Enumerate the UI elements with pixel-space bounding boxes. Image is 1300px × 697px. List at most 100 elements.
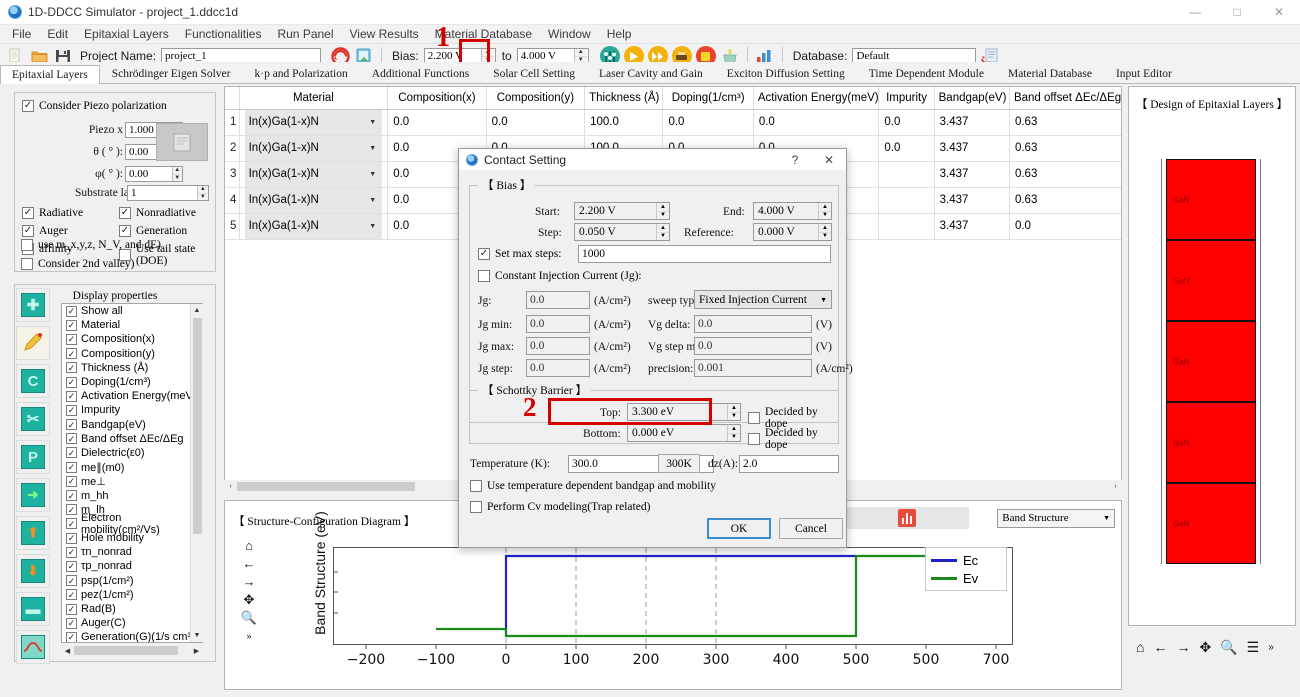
dp-item-composition-y[interactable]: Composition(y) bbox=[62, 347, 202, 361]
jg-step-input[interactable]: 0.0 bbox=[526, 359, 590, 377]
close-button[interactable]: ✕ bbox=[1258, 0, 1300, 25]
dz-input[interactable]: 2.0 bbox=[739, 455, 839, 473]
add-layer-button[interactable]: ✚ bbox=[16, 288, 50, 322]
top-barrier-arrows[interactable]: ▲ ▼ bbox=[727, 404, 740, 420]
tab-material-database[interactable]: Material Database bbox=[996, 64, 1104, 83]
layer-block[interactable]: GaN bbox=[1166, 402, 1256, 483]
th-band-offset[interactable]: Band offset ΔEc/ΔEg bbox=[1009, 87, 1121, 110]
reference-spinbox[interactable]: 0.000 V ▲ ▼ bbox=[753, 223, 832, 241]
cell-material[interactable]: In(x)Ga(1-x)N ▼ bbox=[239, 213, 389, 240]
th-activation-energy[interactable]: Activation Energy(meV) bbox=[753, 87, 880, 110]
curve-button[interactable] bbox=[16, 630, 50, 664]
minimize-button[interactable]: — bbox=[1174, 0, 1216, 25]
tab-schrodinger-eigen-solver[interactable]: Schrödinger Eigen Solver bbox=[100, 64, 243, 83]
cell-impurity[interactable] bbox=[878, 187, 935, 214]
dp-item-impurity[interactable]: Impurity bbox=[62, 403, 202, 417]
cell-composition-y[interactable]: 0.0 bbox=[486, 109, 586, 136]
dp-item-rad-b[interactable]: Rad(B) bbox=[62, 602, 202, 616]
cell-offset[interactable]: 0.63 bbox=[1009, 187, 1121, 214]
bottom-barrier-arrows[interactable]: ▲ ▼ bbox=[727, 425, 740, 441]
tab-laser-cavity-and-gain[interactable]: Laser Cavity and Gain bbox=[587, 64, 715, 83]
consider-piezo-polarization-checkbox[interactable]: Consider Piezo polarization bbox=[22, 100, 167, 112]
more-icon[interactable]: » bbox=[1268, 642, 1274, 653]
tab-epitaxial-layers[interactable]: Epitaxial Layers bbox=[0, 65, 100, 84]
dp-item-me-perp[interactable]: me⊥ bbox=[62, 474, 202, 488]
vg-delta-input[interactable]: 0.0 bbox=[694, 315, 812, 333]
chevron-down-icon[interactable]: ▼ bbox=[369, 119, 376, 126]
end-value[interactable]: 4.000 V bbox=[754, 203, 818, 219]
step-value[interactable]: 0.050 V bbox=[575, 224, 656, 240]
cell-offset[interactable]: 0.63 bbox=[1009, 109, 1121, 136]
end-spinbox[interactable]: 4.000 V ▲ ▼ bbox=[753, 202, 832, 220]
menu-help[interactable]: Help bbox=[599, 25, 640, 43]
cell-material[interactable]: In(x)Ga(1-x)N ▼ bbox=[239, 109, 389, 136]
th-material[interactable]: Material bbox=[239, 87, 389, 110]
cell-impurity[interactable]: 0.0 bbox=[878, 109, 935, 136]
tab-time-dependent-module[interactable]: Time Dependent Module bbox=[857, 64, 996, 83]
back-arrow-icon[interactable]: ← bbox=[243, 557, 256, 571]
table-scroll-right-icon[interactable]: › bbox=[1109, 480, 1122, 493]
cancel-button[interactable]: Cancel bbox=[779, 518, 843, 539]
layer-block[interactable]: GaN bbox=[1166, 240, 1256, 321]
dp-item-activation-energy[interactable]: Activation Energy(meV) bbox=[62, 389, 202, 403]
piezo-preview-icon[interactable] bbox=[156, 123, 208, 161]
bottom-barrier-spinbox[interactable]: 0.000 eV ▲ ▼ bbox=[627, 424, 741, 442]
bottom-barrier-value[interactable]: 0.000 eV bbox=[628, 425, 727, 441]
paste-layer-button[interactable]: P bbox=[16, 440, 50, 474]
tab-kp-and-polarization[interactable]: k·p and Polarization bbox=[243, 64, 360, 83]
home-icon[interactable]: ⌂ bbox=[245, 539, 253, 553]
chevron-down-icon[interactable]: ▼ bbox=[369, 171, 376, 178]
layer-stack-diagram[interactable]: GaN GaN GaN GaN GaN bbox=[1161, 159, 1261, 564]
pan-icon[interactable]: ✥ bbox=[244, 593, 255, 607]
cell-offset[interactable]: 0.0 bbox=[1009, 213, 1121, 240]
tab-exciton-diffusion-setting[interactable]: Exciton Diffusion Setting bbox=[715, 64, 857, 83]
cell-composition-x[interactable]: 0.0 bbox=[387, 109, 487, 136]
auger-checkbox[interactable]: Auger bbox=[22, 225, 68, 237]
table-scroll-left-icon[interactable]: ‹ bbox=[224, 480, 237, 493]
step-arrows[interactable]: ▲ ▼ bbox=[656, 224, 669, 240]
hscroll-thumb[interactable] bbox=[74, 646, 178, 655]
dialog-help-button[interactable]: ? bbox=[778, 149, 812, 171]
max-steps-input[interactable]: 1000 bbox=[578, 245, 831, 263]
cell-impurity[interactable] bbox=[878, 161, 935, 188]
zoom-icon[interactable]: 🔍 bbox=[241, 611, 257, 625]
menu-run-panel[interactable]: Run Panel bbox=[269, 25, 341, 43]
insert-layer-button[interactable]: ➜ bbox=[16, 478, 50, 512]
substrate-layer-arrows[interactable]: ▲ ▼ bbox=[196, 186, 208, 200]
use-mxyz-checkbox[interactable]: use m_x,y,z, N_V, and dE) bbox=[21, 239, 161, 251]
start-arrows[interactable]: ▲ ▼ bbox=[656, 203, 669, 219]
chevron-down-icon[interactable]: ▼ bbox=[369, 197, 376, 204]
dp-item-tp-nonrad[interactable]: τp_nonrad bbox=[62, 559, 202, 573]
cell-bandgap[interactable]: 3.437 bbox=[934, 135, 1010, 162]
pan-icon[interactable]: ✥ bbox=[1199, 639, 1211, 656]
menu-file[interactable]: File bbox=[4, 25, 39, 43]
cell-thickness[interactable]: 100.0 bbox=[584, 109, 664, 136]
phi-arrows[interactable]: ▲ ▼ bbox=[171, 167, 182, 181]
cell-offset[interactable]: 0.63 bbox=[1009, 135, 1121, 162]
cut-layer-button[interactable]: ✂ bbox=[16, 402, 50, 436]
cell-material[interactable]: In(x)Ga(1-x)N ▼ bbox=[239, 187, 389, 214]
menu-functionalities[interactable]: Functionalities bbox=[177, 25, 270, 43]
generation-checkbox[interactable]: Generation bbox=[119, 225, 187, 237]
forward-arrow-icon[interactable]: → bbox=[243, 575, 256, 589]
reference-value[interactable]: 0.000 V bbox=[754, 224, 818, 240]
menu-window[interactable]: Window bbox=[540, 25, 599, 43]
top-barrier-spinbox[interactable]: 3.300 eV ▲ ▼ bbox=[627, 403, 741, 421]
plot-button[interactable] bbox=[845, 507, 970, 529]
top-barrier-value[interactable]: 3.300 eV bbox=[628, 404, 727, 420]
dp-item-psp[interactable]: psp(1/cm²) bbox=[62, 574, 202, 588]
scroll-right-arrow-icon[interactable]: ▶ bbox=[190, 644, 203, 657]
vscroll-thumb[interactable] bbox=[192, 318, 202, 534]
precision-input[interactable]: 0.001 bbox=[694, 359, 812, 377]
sweep-type-combo[interactable]: Fixed Injection Current ▼ bbox=[694, 290, 832, 309]
decided-by-dope-bottom-checkbox[interactable]: Decided by dope bbox=[748, 427, 838, 451]
move-up-button[interactable]: ⬆ bbox=[16, 516, 50, 550]
radiative-checkbox[interactable]: Radiative bbox=[22, 207, 83, 219]
display-properties-list[interactable]: Show all Material Composition(x) Composi… bbox=[61, 303, 203, 643]
chevron-down-icon[interactable]: ▼ bbox=[369, 145, 376, 152]
jg-input[interactable]: 0.0 bbox=[526, 291, 590, 309]
end-arrows[interactable]: ▲ ▼ bbox=[818, 203, 831, 219]
dp-item-dielectric[interactable]: Dielectric(ε0) bbox=[62, 446, 202, 460]
table-row[interactable]: 1 In(x)Ga(1-x)N ▼ 0.0 0.0 100.0 0.0 0.0 0… bbox=[225, 109, 1121, 136]
start-value[interactable]: 2.200 V bbox=[575, 203, 656, 219]
